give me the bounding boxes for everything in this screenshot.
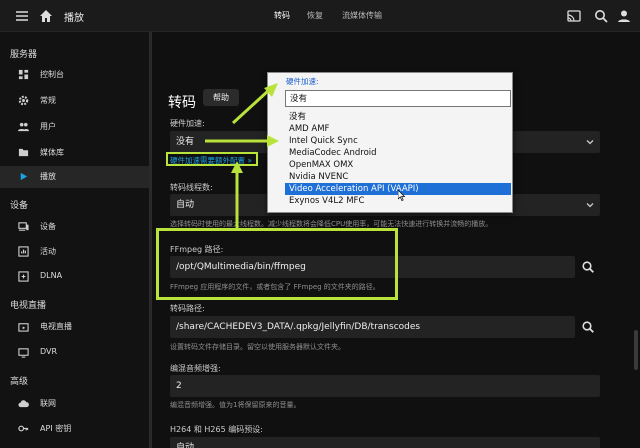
page-title: 播放 — [64, 13, 84, 24]
hw-accel-value: 没有 — [176, 137, 195, 147]
dropdown-option-mediacodec[interactable]: MediaCodec Android — [285, 147, 511, 159]
chevron-down-icon — [586, 140, 594, 145]
top-app-bar: 播放 转码 恢复 流媒体传输 — [0, 0, 640, 32]
devices-icon — [18, 222, 29, 231]
sidebar-item-networking[interactable]: 联网 — [0, 393, 149, 415]
audio-boost-value: 2 — [176, 381, 182, 391]
dropdown-option-amd-amf[interactable]: AMD AMF — [285, 123, 511, 135]
hw-accel-label: 硬件加速: — [170, 119, 205, 128]
account-icon[interactable] — [616, 8, 632, 24]
sidebar-item-label: 常规 — [40, 96, 56, 105]
sidebar-item-label: 控制台 — [40, 70, 64, 79]
sidebar-item-dlna[interactable]: DLNA — [0, 266, 149, 288]
tab-resume[interactable]: 恢复 — [307, 10, 323, 21]
dropdown-current-value[interactable]: 没有 — [285, 90, 511, 107]
help-button[interactable]: 帮助 — [203, 89, 239, 106]
tab-streaming[interactable]: 流媒体传输 — [342, 10, 382, 21]
sidebar-item-activity[interactable]: 活动 — [0, 241, 149, 263]
menu-icon[interactable] — [14, 8, 30, 24]
sidebar-item-label: API 密钥 — [40, 424, 72, 433]
sidebar-item-label: 媒体库 — [40, 148, 64, 157]
folder-icon — [18, 148, 29, 157]
cloud-icon — [18, 400, 29, 408]
highlight-box-config-link — [166, 152, 258, 166]
scrollbar-thumb[interactable] — [634, 330, 638, 370]
sidebar-section-advanced: 高级 — [10, 377, 29, 387]
sidebar-item-label: 电视直播 — [40, 322, 72, 331]
sidebar-item-api-keys[interactable]: API 密钥 — [0, 418, 149, 440]
search-icon[interactable] — [581, 320, 595, 334]
live-tv-icon — [18, 323, 29, 332]
section-title: 转码 — [168, 95, 196, 111]
transcode-path-hint: 设置转码文件存储目录。留空以使用服务器默认文件夹。 — [170, 343, 345, 351]
sidebar: 服务器 控制台 常规 用户 媒体库 播放 设备 设备 活动 DLNA 电视直播 … — [0, 32, 152, 448]
h264-preset-value: 自动 — [176, 443, 195, 448]
dashboard-icon — [18, 69, 29, 80]
tab-transcoding[interactable]: 转码 — [274, 10, 290, 21]
cast-icon[interactable] — [566, 8, 582, 24]
sidebar-item-dvr[interactable]: DVR — [0, 342, 149, 364]
play-icon — [20, 172, 28, 181]
threads-value: 自动 — [176, 200, 195, 210]
dropdown-option-openmax[interactable]: OpenMAX OMX — [285, 159, 511, 171]
vpn-key-icon — [18, 425, 29, 432]
settings-icon — [18, 95, 29, 106]
sidebar-section-devices: 设备 — [10, 201, 29, 211]
dropdown-legend: 硬件加速: — [286, 77, 319, 86]
sidebar-item-label: DVR — [40, 347, 58, 356]
home-icon[interactable] — [38, 8, 54, 24]
sidebar-item-label: 设备 — [40, 222, 56, 231]
settings-input-icon — [18, 271, 29, 282]
sidebar-item-playback[interactable]: 播放 — [0, 166, 149, 188]
sidebar-section-server: 服务器 — [10, 50, 38, 60]
chevron-down-icon — [586, 203, 594, 208]
sidebar-item-label: 联网 — [40, 399, 56, 408]
sidebar-item-label: 播放 — [40, 172, 56, 181]
h264-preset-select[interactable]: 自动 — [170, 437, 600, 448]
assessment-icon — [18, 246, 29, 257]
sidebar-item-users[interactable]: 用户 — [0, 116, 149, 138]
mouse-cursor-icon — [398, 190, 406, 201]
audio-boost-label: 编混音频增强: — [170, 364, 221, 373]
threads-label: 转码线程数: — [170, 183, 213, 192]
audio-boost-input[interactable]: 2 — [170, 375, 600, 397]
sidebar-item-dashboard[interactable]: 控制台 — [0, 64, 149, 86]
audio-boost-hint: 编混音频增强。值为1将保留原来的音量。 — [170, 401, 301, 409]
search-icon[interactable] — [581, 260, 595, 274]
sidebar-item-livetv[interactable]: 电视直播 — [0, 316, 149, 338]
dropdown-option-intel-qsv[interactable]: Intel Quick Sync — [285, 135, 511, 147]
highlight-box-ffmpeg — [156, 228, 398, 300]
transcode-path-label: 转码路径: — [170, 304, 205, 313]
hw-accel-dropdown: 硬件加速: 没有 没有 AMD AMF Intel Quick Sync Med… — [267, 72, 513, 213]
search-icon[interactable] — [593, 8, 609, 24]
sidebar-item-devices[interactable]: 设备 — [0, 216, 149, 238]
dropdown-option-none[interactable]: 没有 — [285, 111, 511, 123]
sidebar-section-livetv: 电视直播 — [10, 301, 47, 311]
h264-preset-label: H264 和 H265 编码预设: — [170, 425, 263, 434]
sidebar-item-label: 活动 — [40, 247, 56, 256]
dropdown-option-nvenc[interactable]: Nvidia NVENC — [285, 171, 511, 183]
sidebar-item-libraries[interactable]: 媒体库 — [0, 142, 149, 164]
transcode-path-input[interactable]: /share/CACHEDEV3_DATA/.qpkg/Jellyfin/DB/… — [170, 316, 575, 338]
transcode-path-value: /share/CACHEDEV3_DATA/.qpkg/Jellyfin/DB/… — [176, 322, 421, 332]
sidebar-item-general[interactable]: 常规 — [0, 90, 149, 112]
sidebar-item-label: DLNA — [40, 271, 63, 280]
people-icon — [18, 122, 29, 132]
dvr-icon — [18, 348, 29, 358]
sidebar-item-label: 用户 — [40, 122, 56, 131]
